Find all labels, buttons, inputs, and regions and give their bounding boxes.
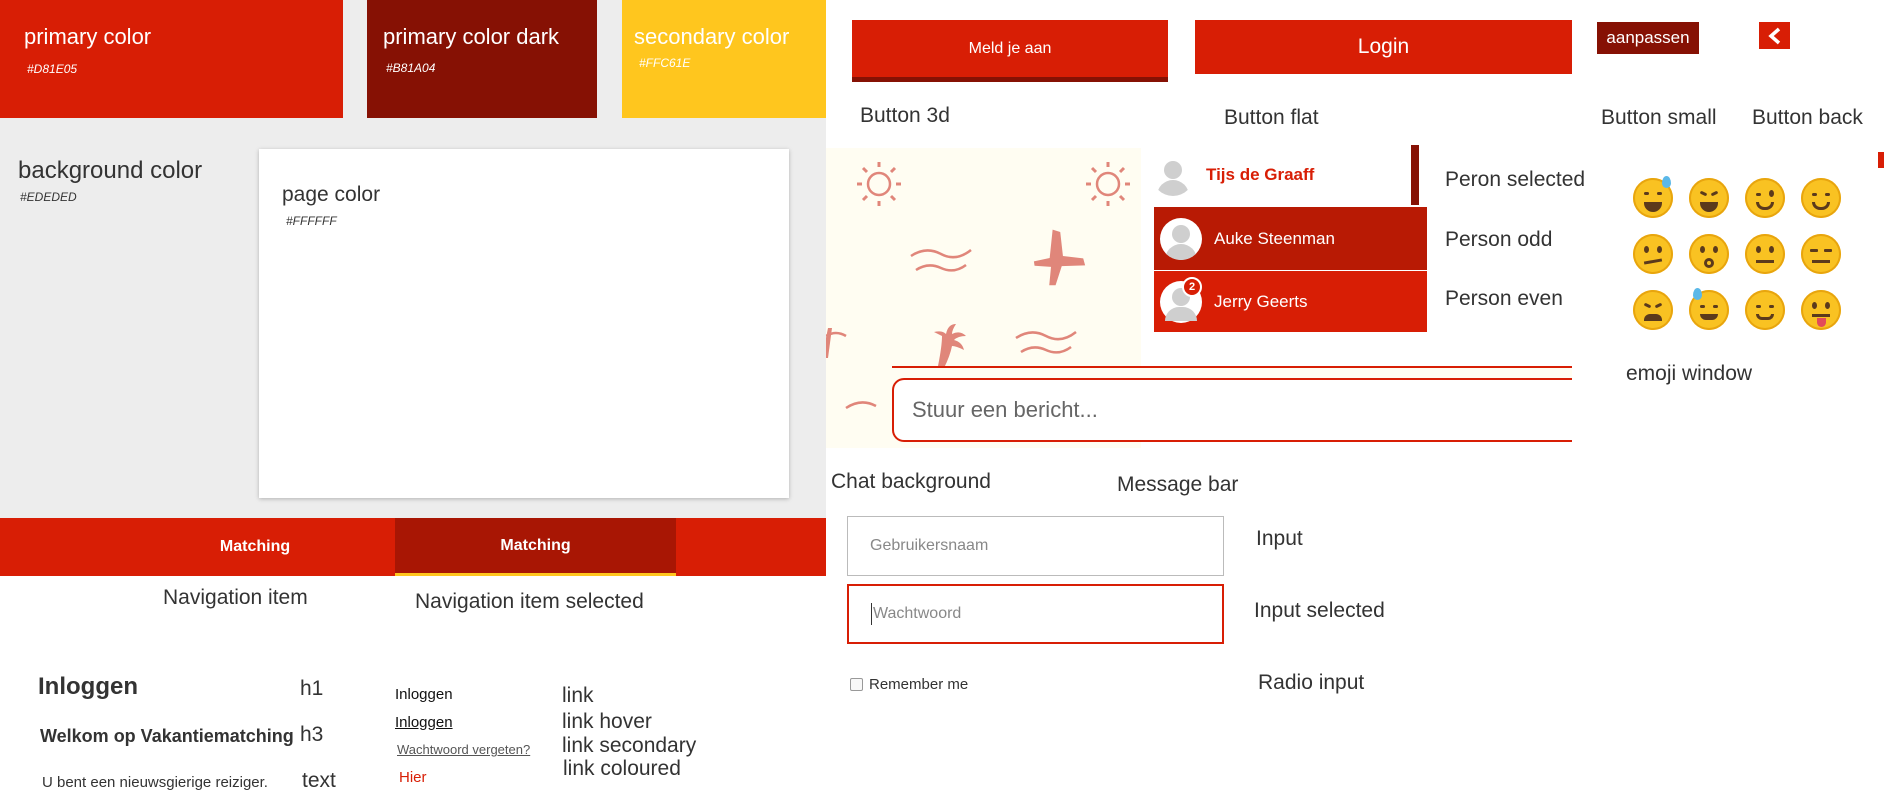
avatar xyxy=(1160,217,1202,260)
background-color-name: background color xyxy=(18,157,203,184)
person-even-name: Jerry Geerts xyxy=(1214,291,1308,311)
password-input-placeholder: Wachtwoord xyxy=(873,605,962,622)
scroll-edge-marker xyxy=(1878,152,1884,168)
button-3d-caption: Button 3d xyxy=(860,104,950,127)
username-input[interactable]: Gebruikersnaam xyxy=(847,516,1224,576)
emoji-blush-icon[interactable] xyxy=(1801,178,1841,218)
remember-me-label: Remember me xyxy=(869,676,969,693)
link-caption: link xyxy=(562,684,594,707)
primary-color-hex: #D81E05 xyxy=(27,62,78,76)
avatar xyxy=(1152,154,1194,196)
navigation-item-caption: Navigation item xyxy=(163,586,308,609)
button-back[interactable] xyxy=(1759,22,1790,49)
emoji-tongue-icon[interactable] xyxy=(1801,290,1841,330)
emoji-wink-icon[interactable] xyxy=(1745,178,1785,218)
message-bar[interactable]: Stuur een bericht... xyxy=(892,378,1582,442)
button-small-caption: Button small xyxy=(1601,106,1717,129)
message-input-placeholder: Stuur een bericht... xyxy=(912,397,1098,422)
message-bar-caption: Message bar xyxy=(1117,473,1239,496)
person-selected-bar xyxy=(1411,145,1419,205)
link-hover[interactable]: Inloggen xyxy=(395,714,453,731)
person-selected-name: Tijs de Graaff xyxy=(1206,165,1315,184)
emoji-window xyxy=(1630,176,1850,338)
avatar: 2 xyxy=(1160,276,1202,323)
page-color-hex: #FFFFFF xyxy=(286,214,337,228)
notification-badge: 2 xyxy=(1182,276,1202,297)
navigation-item-selected[interactable]: Matching xyxy=(395,518,676,576)
person-selected[interactable]: Tijs de Graaff xyxy=(1146,145,1411,205)
body-text-caption: text xyxy=(302,769,336,792)
emoji-sleepy-icon[interactable] xyxy=(1689,288,1729,330)
link-coloured[interactable]: Hier xyxy=(399,769,427,786)
button-3d[interactable]: Meld je aan xyxy=(852,20,1168,82)
primary-dark-color-hex: #B81A04 xyxy=(386,61,436,75)
remember-me-checkbox[interactable] xyxy=(850,678,863,691)
heading-h3-caption: h3 xyxy=(300,723,324,746)
emoji-neutral-icon[interactable] xyxy=(1745,234,1785,274)
secondary-color-name: secondary color xyxy=(634,24,790,49)
emoji-thinking-icon[interactable] xyxy=(1633,234,1673,274)
primary-dark-color-swatch: primary color dark #B81A04 xyxy=(367,0,597,118)
secondary-color-hex: #FFC61E xyxy=(639,56,691,70)
emoji-tired-icon[interactable] xyxy=(1633,290,1673,330)
heading-h1-caption: h1 xyxy=(300,677,324,700)
remember-me[interactable]: Remember me xyxy=(850,676,968,693)
emoji-window-caption: emoji window xyxy=(1626,362,1753,385)
primary-color-swatch: primary color #D81E05 xyxy=(0,0,343,118)
input-caption: Input xyxy=(1256,527,1303,550)
button-3d-label: Meld je aan xyxy=(968,39,1052,57)
emoji-expressionless-icon[interactable] xyxy=(1801,234,1841,274)
button-back-caption: Button back xyxy=(1752,106,1863,129)
button-flat-label: Login xyxy=(1357,35,1410,58)
button-flat-caption: Button flat xyxy=(1224,106,1319,129)
primary-color-name: primary color xyxy=(24,24,152,49)
emoji-hushed-icon[interactable] xyxy=(1689,234,1729,274)
person-even[interactable]: 2 Jerry Geerts xyxy=(1154,271,1427,332)
navigation-item-label: Matching xyxy=(219,538,291,555)
input-selected-caption: Input selected xyxy=(1254,599,1385,622)
notification-badge-count: 2 xyxy=(1188,280,1196,293)
secondary-color-swatch: secondary color #FFC61E xyxy=(622,0,826,118)
message-bar-right-cover xyxy=(1572,360,1612,450)
button-small[interactable]: aanpassen xyxy=(1597,22,1699,54)
person-odd-caption: Person odd xyxy=(1445,228,1553,251)
background-color-hex: #EDEDED xyxy=(20,190,77,204)
primary-dark-color-name: primary color dark xyxy=(383,24,560,49)
heading-h1: Inloggen xyxy=(38,673,138,700)
navigation-item-selected-label: Matching xyxy=(500,536,571,554)
emoji-sweat-smile-icon[interactable] xyxy=(1633,176,1673,218)
link-coloured-caption: link coloured xyxy=(563,757,681,780)
page-color-name: page color xyxy=(282,183,381,206)
person-even-caption: Person even xyxy=(1445,287,1563,310)
person-selected-caption: Peron selected xyxy=(1445,168,1586,191)
link-secondary[interactable]: Wachtwoord vergeten? xyxy=(397,742,530,757)
navigation-item-selected-caption: Navigation item selected xyxy=(415,590,644,613)
link-secondary-caption: link secondary xyxy=(562,734,697,757)
button-small-label: aanpassen xyxy=(1606,28,1690,47)
body-text: U bent een nieuwsgierige reiziger. xyxy=(42,774,268,791)
person-odd-name: Auke Steenman xyxy=(1214,228,1335,248)
button-flat[interactable]: Login xyxy=(1195,20,1572,74)
username-input-placeholder: Gebruikersnaam xyxy=(870,537,989,554)
text-cursor xyxy=(871,603,872,625)
chevron-left-icon xyxy=(1767,27,1780,44)
emoji-laughing-icon[interactable] xyxy=(1689,178,1729,218)
password-input[interactable]: Wachtwoord xyxy=(847,584,1224,644)
emoji-relieved-icon[interactable] xyxy=(1745,290,1785,330)
link-hover-caption: link hover xyxy=(562,710,652,733)
navigation-item[interactable]: Matching xyxy=(115,518,395,576)
page-color-swatch: page color #FFFFFF xyxy=(259,149,789,498)
chat-background-caption: Chat background xyxy=(831,470,991,493)
radio-input-caption: Radio input xyxy=(1258,671,1365,694)
link[interactable]: Inloggen xyxy=(395,686,453,703)
person-odd[interactable]: Auke Steenman xyxy=(1154,207,1427,270)
heading-h3: Welkom op Vakantiematching xyxy=(40,726,294,746)
